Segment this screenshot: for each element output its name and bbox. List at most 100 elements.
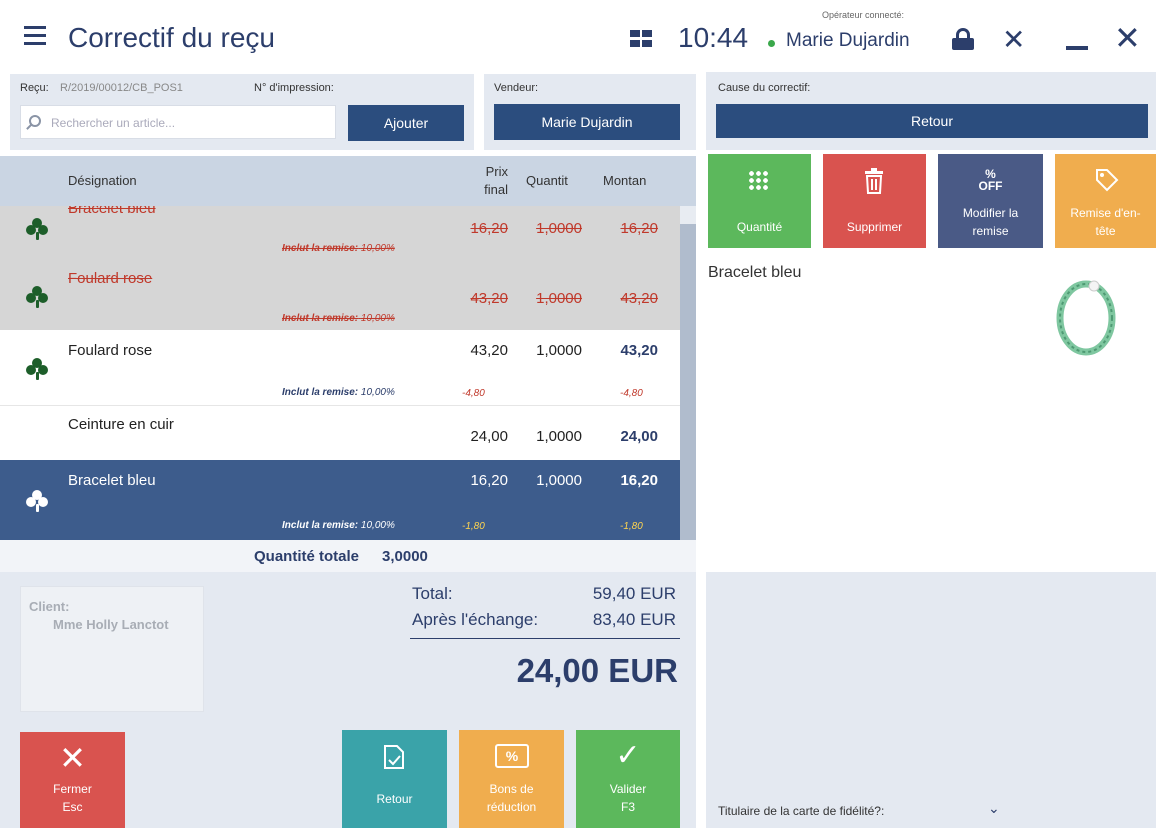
menu-icon[interactable] bbox=[24, 26, 48, 46]
item-name: Bracelet bleu bbox=[68, 206, 156, 217]
return-button-label: Retour bbox=[376, 792, 413, 806]
item-amount: 16,20 bbox=[620, 472, 658, 489]
item-discount-amount: -1,80 bbox=[620, 521, 643, 532]
total-quantity-row: Quantité totale 3,0000 bbox=[0, 540, 696, 572]
title-bar: Correctif du reçu 10:44 Opérateur connec… bbox=[0, 0, 1156, 72]
item-qty: 1,0000 bbox=[536, 472, 582, 489]
header-discount-tile[interactable]: Remise d'en- tête bbox=[1055, 154, 1156, 248]
receipt-number: R/2019/00012/CB_POS1 bbox=[60, 82, 183, 94]
vouchers-button-label-2: réduction bbox=[486, 800, 537, 814]
header-discount-label-2: tête bbox=[1095, 224, 1116, 238]
cause-value: Retour bbox=[910, 113, 954, 129]
header-discount-label: Remise d'en- bbox=[1070, 206, 1141, 220]
minimize-icon[interactable] bbox=[1066, 46, 1088, 50]
col-qty-header: Quantit bbox=[526, 173, 568, 188]
client-card[interactable]: Client: Mme Holly Lanctot bbox=[20, 586, 204, 712]
product-image bbox=[1056, 280, 1116, 356]
vouchers-button[interactable]: % Bons de réduction bbox=[459, 730, 564, 828]
item-discount: Inclut la remise: 10,00% bbox=[282, 520, 395, 531]
voucher-icon: % bbox=[495, 744, 529, 768]
close-button[interactable]: ✕ Fermer Esc bbox=[20, 732, 125, 828]
close-button-shortcut: Esc bbox=[62, 800, 83, 814]
delete-tile[interactable]: Supprimer bbox=[823, 154, 926, 248]
add-button[interactable]: Ajouter bbox=[348, 105, 464, 141]
validate-button-label: Valider bbox=[609, 782, 647, 796]
item-discount: Inclut la remise: 10,00% bbox=[282, 243, 395, 254]
clover-icon bbox=[26, 218, 48, 240]
item-qty: 1,0000 bbox=[536, 428, 582, 445]
page-title: Correctif du reçu bbox=[68, 22, 275, 53]
item-amount: 24,00 bbox=[620, 428, 658, 445]
col-price-header-2: final bbox=[484, 182, 508, 197]
table-row-selected[interactable]: Bracelet bleu 16,20 1,0000 16,20 Inclut … bbox=[0, 460, 680, 540]
seller-label: Vendeur: bbox=[494, 82, 539, 94]
item-qty: 1,0000 bbox=[536, 290, 582, 307]
quantity-tile[interactable]: Quantité bbox=[708, 154, 811, 248]
item-price: 43,20 bbox=[470, 342, 508, 359]
item-amount: 43,20 bbox=[620, 290, 658, 307]
item-discount-value: -4,80 bbox=[462, 388, 485, 399]
item-qty: 1,0000 bbox=[536, 220, 582, 237]
return-doc-icon bbox=[384, 745, 404, 769]
table-row[interactable]: Foulard rose 43,20 1,0000 43,20 Inclut l… bbox=[0, 266, 680, 330]
grid-dots-icon bbox=[748, 170, 770, 192]
table-row[interactable]: Ceinture en cuir 24,00 1,0000 24,00 bbox=[0, 406, 680, 460]
item-discount: Inclut la remise: 10,00% bbox=[282, 387, 395, 398]
item-price: 16,20 bbox=[470, 472, 508, 489]
cause-label: Cause du correctif: bbox=[718, 82, 811, 94]
lock-icon[interactable] bbox=[952, 28, 974, 50]
item-qty: 1,0000 bbox=[536, 342, 582, 359]
item-price: 24,00 bbox=[470, 428, 508, 445]
edit-discount-tile[interactable]: % OFF Modifier la remise bbox=[938, 154, 1043, 248]
col-amount-header: Montan bbox=[603, 173, 647, 188]
close-icon[interactable]: ✕ bbox=[1114, 22, 1141, 54]
table-row[interactable]: Bracelet bleu 16,20 1,0000 16,20 Inclut … bbox=[0, 206, 680, 266]
item-name: Foulard rose bbox=[68, 342, 153, 359]
edit-discount-label: Modifier la bbox=[962, 206, 1019, 220]
totals-divider bbox=[410, 638, 680, 639]
item-discount-value: -1,80 bbox=[462, 521, 485, 532]
percent-off-icon: % OFF bbox=[938, 168, 1043, 192]
seller-select[interactable]: Marie Dujardin bbox=[494, 104, 680, 140]
item-amount: 16,20 bbox=[620, 220, 658, 237]
item-name: Ceinture en cuir bbox=[68, 416, 174, 433]
clover-icon bbox=[26, 490, 48, 512]
off-text: OFF bbox=[978, 179, 1003, 193]
product-name: Bracelet bleu bbox=[708, 264, 802, 281]
col-price-header-1: Prix bbox=[485, 164, 508, 179]
item-discount-amount: -4,80 bbox=[620, 388, 643, 399]
tag-icon bbox=[1096, 169, 1119, 192]
online-status-dot bbox=[768, 40, 775, 47]
grid-icon[interactable] bbox=[630, 30, 652, 47]
table-row[interactable]: Foulard rose 43,20 1,0000 43,20 Inclut l… bbox=[0, 330, 680, 406]
loyalty-label: Titulaire de la carte de fidélité?: bbox=[718, 804, 885, 818]
item-name: Bracelet bleu bbox=[68, 472, 156, 489]
operator-label: Opérateur connecté: bbox=[822, 10, 905, 20]
quantity-tile-label: Quantité bbox=[736, 220, 783, 234]
chevron-down-icon[interactable]: ⌄ bbox=[988, 800, 1000, 817]
col-name-header: Désignation bbox=[68, 173, 137, 188]
vouchers-button-label: Bons de bbox=[489, 782, 534, 796]
tools-icon[interactable]: ✕ bbox=[1002, 26, 1025, 54]
search-input[interactable] bbox=[51, 113, 331, 133]
return-button[interactable]: Retour bbox=[342, 730, 447, 828]
search-icon bbox=[29, 115, 41, 127]
item-amount: 43,20 bbox=[620, 342, 658, 359]
print-number-label: N° d'impression: bbox=[254, 82, 334, 94]
edit-discount-label-2: remise bbox=[972, 224, 1009, 238]
total-quantity-value: 3,0000 bbox=[382, 548, 428, 565]
scrollbar-thumb[interactable] bbox=[680, 224, 696, 540]
total-value: 59,40 EUR bbox=[592, 584, 676, 603]
clover-icon bbox=[26, 286, 48, 308]
client-label: Client: bbox=[29, 599, 70, 614]
validate-button[interactable]: ✓ Valider F3 bbox=[576, 730, 680, 828]
cause-select[interactable]: Retour bbox=[716, 104, 1148, 138]
after-exchange-value: 83,40 EUR bbox=[592, 610, 676, 629]
right-bottom-panel bbox=[706, 572, 1156, 828]
close-button-label: Fermer bbox=[53, 782, 92, 796]
add-button-label: Ajouter bbox=[383, 115, 429, 131]
total-label: Total: bbox=[412, 584, 453, 603]
clover-icon bbox=[26, 358, 48, 380]
search-field[interactable] bbox=[20, 105, 336, 139]
client-name: Mme Holly Lanctot bbox=[53, 617, 169, 632]
